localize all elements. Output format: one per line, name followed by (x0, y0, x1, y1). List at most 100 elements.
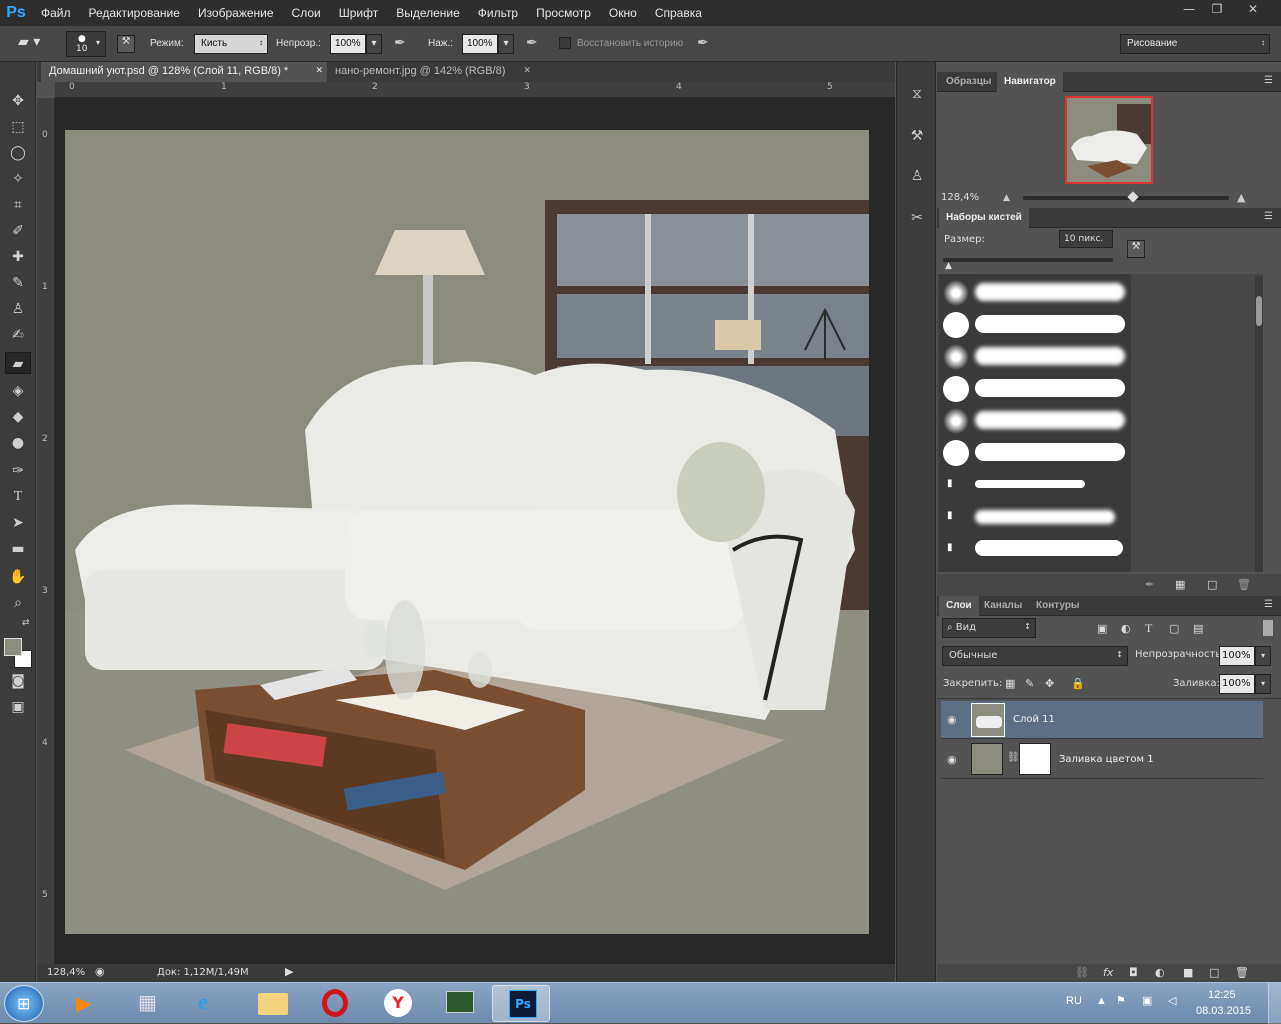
fill-field[interactable]: 100% (1219, 674, 1255, 694)
navigator-preview[interactable] (1065, 96, 1153, 184)
fill-dropdown[interactable]: ▾ (1255, 674, 1271, 694)
hand-tool-icon[interactable]: ✋ (5, 566, 31, 588)
clone-source-panel-icon[interactable]: ♙ (905, 168, 929, 190)
trash-icon[interactable]: 🗑 (1237, 578, 1251, 591)
brush-preset-soft-round[interactable] (941, 276, 1129, 308)
crop-tool-icon[interactable]: ⌗ (5, 194, 31, 216)
slider-thumb[interactable] (1127, 191, 1139, 203)
panel-menu-icon[interactable]: ☰ (1264, 211, 1273, 222)
menu-view[interactable]: Просмотр (527, 0, 600, 26)
volume-icon[interactable]: ◁ (1168, 994, 1176, 1007)
menu-layers[interactable]: Слои (283, 0, 330, 26)
layer-opacity-dropdown[interactable]: ▾ (1255, 646, 1271, 666)
tab-brush-presets[interactable]: Наборы кистей (939, 208, 1029, 228)
toggle-brush-panel-icon[interactable]: ✒ (1145, 578, 1154, 591)
history-panel-icon[interactable]: ⧖ (905, 86, 929, 108)
taskbar-opera[interactable] (306, 985, 364, 1022)
tab-layers[interactable]: Слои (939, 596, 979, 616)
minimize-button[interactable]: — (1176, 0, 1202, 18)
pressure-size-icon[interactable]: ✒ (697, 35, 709, 51)
eye-icon[interactable]: ◉ (947, 753, 957, 766)
close-icon[interactable]: ✕ (523, 65, 531, 76)
flow-field[interactable]: 100% (462, 34, 498, 54)
brush-preset-chalk[interactable]: ▮ (941, 468, 1129, 500)
tab-document-2[interactable]: нано-ремонт.jpg @ 142% (RGB/8) ✕ (327, 62, 535, 82)
brush-presets-panel-icon[interactable]: ⚒ (905, 128, 929, 150)
scrollbar-thumb[interactable] (1256, 296, 1262, 326)
workspace-select[interactable]: Рисование ↕ (1120, 34, 1270, 54)
menu-file[interactable]: Файл (32, 0, 80, 26)
zoom-out-icon[interactable]: ▲ (1003, 193, 1010, 203)
panel-menu-icon[interactable]: ☰ (1264, 599, 1273, 610)
filter-toggle[interactable] (1263, 620, 1273, 636)
tab-navigator[interactable]: Навигатор (997, 72, 1063, 92)
zoom-in-icon[interactable]: ▲ (1237, 191, 1245, 204)
brush-preset-hard-round[interactable] (941, 436, 1129, 468)
new-layer-icon[interactable]: □ (1209, 966, 1219, 979)
dodge-tool-icon[interactable]: ● (5, 432, 31, 454)
menu-window[interactable]: Окно (600, 0, 646, 26)
paint-bucket-tool-icon[interactable]: ◈ (5, 380, 31, 402)
filter-type-icon[interactable]: T (1145, 621, 1152, 636)
tab-document-1[interactable]: Домашний уют.psd @ 128% (Слой 11, RGB/8)… (41, 62, 327, 82)
action-center-icon[interactable]: ⚑ (1116, 994, 1126, 1007)
tab-paths[interactable]: Контуры (1029, 596, 1086, 616)
network-icon[interactable]: ▣ (1142, 994, 1152, 1007)
layer-name[interactable]: Заливка цветом 1 (1059, 754, 1154, 765)
clock-date[interactable]: 08.03.2015 (1196, 1005, 1251, 1017)
eyedropper-tool-icon[interactable]: ✐ (5, 220, 31, 242)
opacity-dropdown[interactable]: ▾ (366, 34, 382, 54)
fx-icon[interactable]: fx (1103, 966, 1113, 979)
brush-panel-icon[interactable]: ▦ (1175, 578, 1185, 591)
pen-tool-icon[interactable]: ✑ (5, 460, 31, 482)
brush-size-picker[interactable]: ● 10 ▾ (66, 31, 106, 57)
menu-filter[interactable]: Фильтр (469, 0, 527, 26)
layer-opacity-field[interactable]: 100% (1219, 646, 1255, 666)
trash-icon[interactable]: 🗑 (1235, 966, 1249, 979)
screen-mode-icon[interactable]: ▣ (5, 696, 31, 718)
taskbar-explorer[interactable] (244, 985, 302, 1022)
taskbar-yandex[interactable]: Y (368, 985, 426, 1022)
fill-color-thumbnail[interactable] (971, 743, 1003, 775)
taskbar-internet-explorer[interactable]: e (182, 985, 240, 1022)
brush-tool-icon[interactable]: ✎ (5, 272, 31, 294)
pressure-opacity-icon[interactable]: ✒ (394, 35, 406, 51)
document-canvas[interactable] (65, 130, 869, 934)
taskbar-photoshop[interactable]: Ps (492, 985, 550, 1022)
lock-image-icon[interactable]: ✎ (1025, 677, 1034, 690)
eye-icon[interactable]: ◉ (947, 713, 957, 726)
brush-preset-hard-round[interactable] (941, 372, 1129, 404)
layer-filter-select[interactable]: ⌕ Вид ↕ (942, 618, 1036, 638)
status-share-icon[interactable]: ◉ (95, 965, 105, 978)
layer-row-fill[interactable]: ◉ ⛓ Заливка цветом 1 (941, 741, 1263, 779)
blend-mode-select[interactable]: Обычные ↕ (942, 646, 1128, 666)
zoom-tool-icon[interactable]: ⌕ (5, 592, 31, 614)
brush-preset-hard-round[interactable] (941, 308, 1129, 340)
navigator-zoom-slider[interactable] (1023, 191, 1229, 203)
status-zoom[interactable]: 128,4% (47, 967, 85, 978)
flow-dropdown[interactable]: ▾ (498, 34, 514, 54)
layer-name[interactable]: Слой 11 (1013, 714, 1055, 725)
lock-position-icon[interactable]: ✥ (1045, 677, 1054, 690)
history-brush-tool-icon[interactable]: ✍ (5, 324, 31, 346)
link-layers-icon[interactable]: ⛓ (1075, 966, 1089, 979)
menu-image[interactable]: Изображение (189, 0, 283, 26)
taskbar-calculator[interactable]: ▦ (120, 985, 178, 1022)
new-group-icon[interactable]: ■ (1183, 966, 1193, 979)
blur-tool-icon[interactable]: ◆ (5, 406, 31, 428)
tray-expand-icon[interactable]: ▲ (1096, 995, 1107, 1007)
menu-select[interactable]: Выделение (387, 0, 469, 26)
menu-edit[interactable]: Редактирование (80, 0, 189, 26)
menu-type[interactable]: Шрифт (330, 0, 387, 26)
restore-history-checkbox[interactable] (559, 37, 571, 49)
airbrush-icon[interactable]: ✒ (526, 35, 538, 51)
swap-colors-icon[interactable]: ⇄ (22, 618, 30, 628)
start-button[interactable]: ⊞ (4, 985, 44, 1022)
tab-swatches[interactable]: Образцы (939, 72, 998, 92)
filter-adjustment-icon[interactable]: ◐ (1121, 622, 1131, 635)
marquee-tool-icon[interactable]: ⬚ (5, 116, 31, 138)
new-brush-icon[interactable]: □ (1207, 578, 1217, 591)
panel-menu-icon[interactable]: ☰ (1264, 75, 1273, 86)
clock-time[interactable]: 12:25 (1208, 989, 1236, 1001)
layer-mask-thumbnail[interactable] (1019, 743, 1051, 775)
